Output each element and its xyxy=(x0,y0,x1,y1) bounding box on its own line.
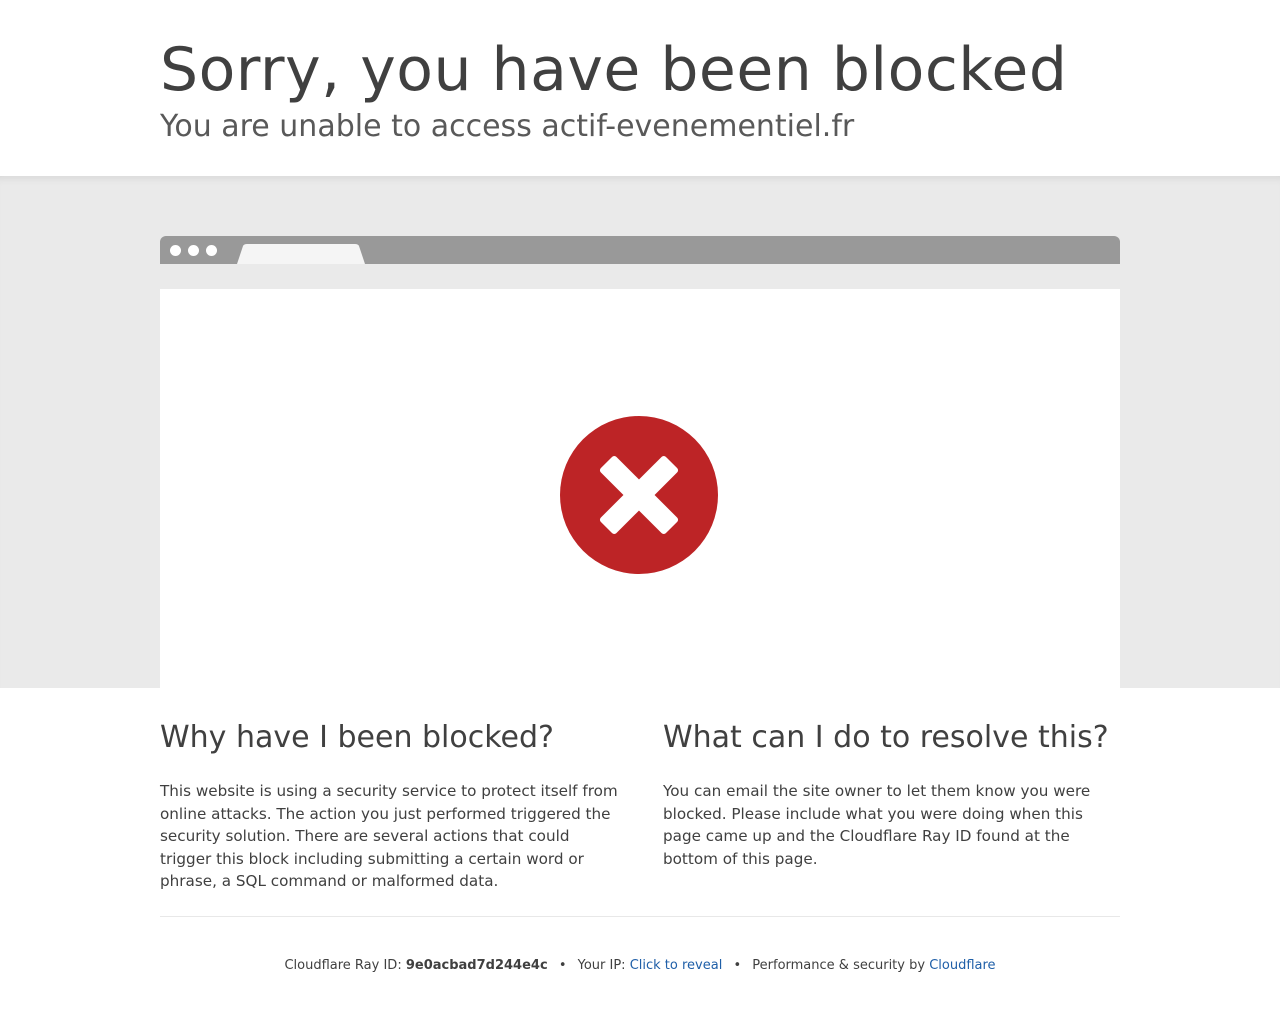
error-x-icon xyxy=(560,416,718,574)
illustration-band xyxy=(0,176,1280,688)
browser-bar-illustration xyxy=(160,236,1120,264)
resolve-heading: What can I do to resolve this? xyxy=(663,720,1109,755)
window-dot-icon xyxy=(206,245,217,256)
window-dot-icon xyxy=(188,245,199,256)
resolve-section: What can I do to resolve this? You can e… xyxy=(663,718,1121,870)
ray-id-value: 9e0acbad7d244e4c xyxy=(405,958,548,973)
footer-separator: • xyxy=(733,958,742,973)
ip-label: Your IP: xyxy=(577,958,626,973)
explanation-section: Why have I been blocked? This website is… xyxy=(0,688,1280,1024)
cloudflare-link[interactable]: Cloudflare xyxy=(929,958,995,973)
browser-tab-icon xyxy=(237,244,365,264)
performance-label: Performance & security by xyxy=(752,958,926,973)
page-subtitle: You are unable to access actif-evenement… xyxy=(160,109,855,144)
footer-divider xyxy=(160,916,1120,917)
ray-id-label: Cloudflare Ray ID: xyxy=(284,958,402,973)
reveal-ip-link[interactable]: Click to reveal xyxy=(630,958,723,973)
footer-separator: • xyxy=(558,958,567,973)
page-title: Sorry, you have been blocked xyxy=(160,35,1068,105)
why-blocked-section: Why have I been blocked? This website is… xyxy=(160,718,618,893)
window-dot-icon xyxy=(170,245,181,256)
browser-window-illustration xyxy=(160,289,1120,688)
why-blocked-text: This website is using a security service… xyxy=(160,782,618,890)
resolve-text: You can email the site owner to let them… xyxy=(663,782,1091,868)
why-blocked-heading: Why have I been blocked? xyxy=(160,720,554,755)
footer: Cloudflare Ray ID: 9e0acbad7d244e4c • Yo… xyxy=(0,956,1280,976)
page-header: Sorry, you have been blocked You are una… xyxy=(0,0,1280,176)
